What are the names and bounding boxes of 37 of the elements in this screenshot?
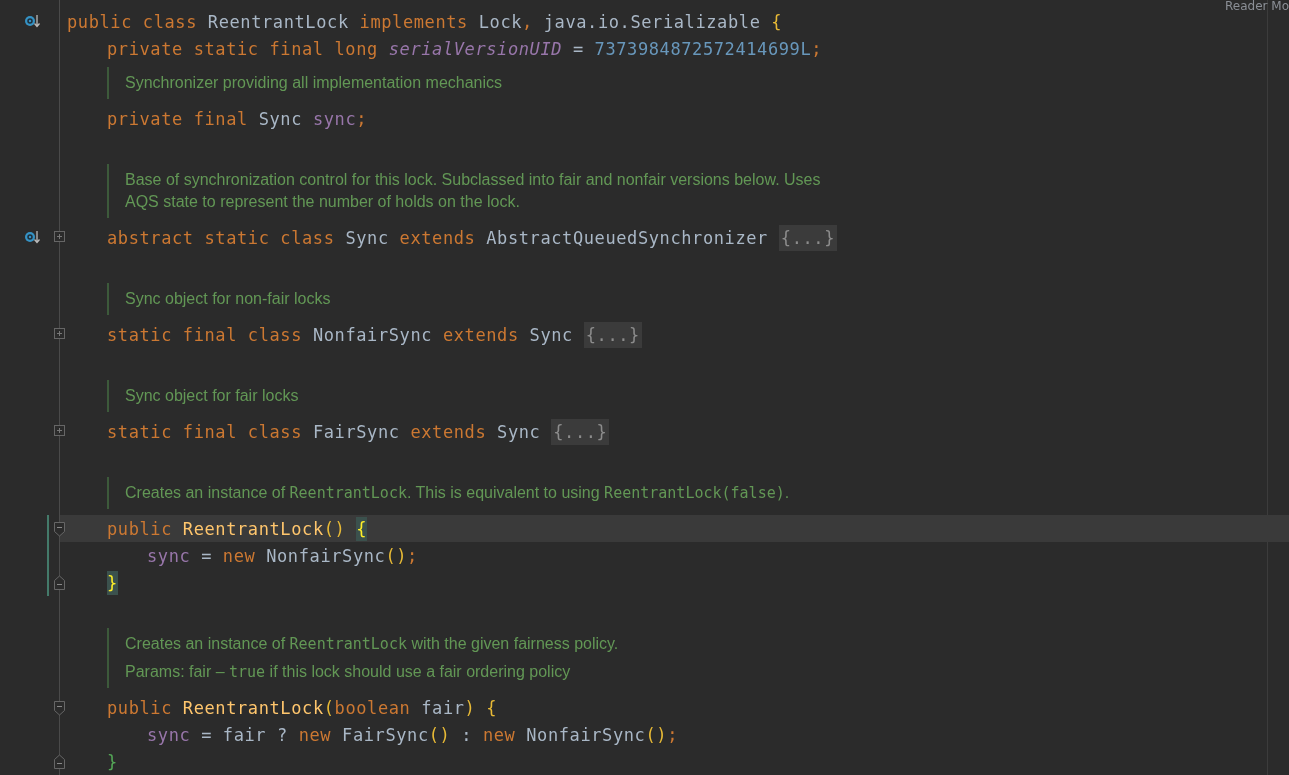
doc-comment-text: AQS state to represent the number of holds on the lock. [125, 192, 521, 212]
overriding-method-icon[interactable] [24, 230, 40, 244]
vcs-change-marker[interactable] [47, 542, 49, 569]
code-line: static final class NonfairSync extends Sync [107, 324, 574, 345]
code-line: abstract static class Sync extends AbstractQueuedSynchronizer [107, 227, 769, 248]
code-line: } [107, 751, 118, 772]
doc-comment-text: Sync object for fair locks [125, 386, 299, 406]
code-line: sync = fair ? new FairSync() : new NonfairSync(); [147, 724, 678, 745]
fold-collapse-icon[interactable] [53, 754, 66, 770]
overriding-method-icon[interactable] [24, 14, 40, 28]
code-line: private final Sync sync; [107, 108, 368, 129]
reader-mode-label[interactable]: Reader Mo [1225, 0, 1289, 13]
fold-expand-icon[interactable] [53, 424, 66, 437]
folded-code-placeholder[interactable]: {...} [778, 224, 837, 251]
fold-expand-icon[interactable] [53, 230, 66, 243]
doc-comment-text: Synchronizer providing all implementation mechanics [125, 73, 503, 93]
vcs-change-marker[interactable] [47, 569, 49, 596]
doc-comment-text: Creates an instance of ReentrantLock. This is equivalent to using ReentrantLock(false). [125, 483, 790, 504]
fold-collapse-icon[interactable] [53, 575, 66, 591]
doc-comment-text: Sync object for non-fair locks [125, 289, 331, 309]
code-line: public class ReentrantLock implements Lock, java.io.Serializable { [67, 11, 783, 32]
folded-code-placeholder[interactable]: {...} [583, 321, 642, 348]
fold-expand-icon[interactable] [53, 327, 66, 340]
doc-params-text: Params: fair – true if this lock should use a fair ordering policy [125, 662, 572, 683]
code-line: public ReentrantLock(boolean fair) { [107, 697, 498, 718]
matched-brace: } [107, 570, 118, 595]
fold-collapse-icon[interactable] [53, 521, 66, 537]
code-line: private static final long serialVersionUID = 7373984872572414699L; [107, 38, 823, 59]
code-line: sync = new NonfairSync(); [147, 545, 418, 566]
matched-brace: { [356, 516, 368, 541]
vcs-change-marker[interactable] [47, 515, 49, 542]
code-line: static final class FairSync extends Sync [107, 421, 542, 442]
code-line: public ReentrantLock() [107, 518, 347, 539]
folded-code-placeholder[interactable]: {...} [551, 418, 610, 445]
doc-comment-text: Base of synchronization control for this lock. Subclassed into fair and nonfair versions below. Uses [125, 170, 821, 190]
doc-comment-text: Creates an instance of ReentrantLock with the given fairness policy. [125, 634, 619, 655]
fold-collapse-icon[interactable] [53, 700, 66, 716]
